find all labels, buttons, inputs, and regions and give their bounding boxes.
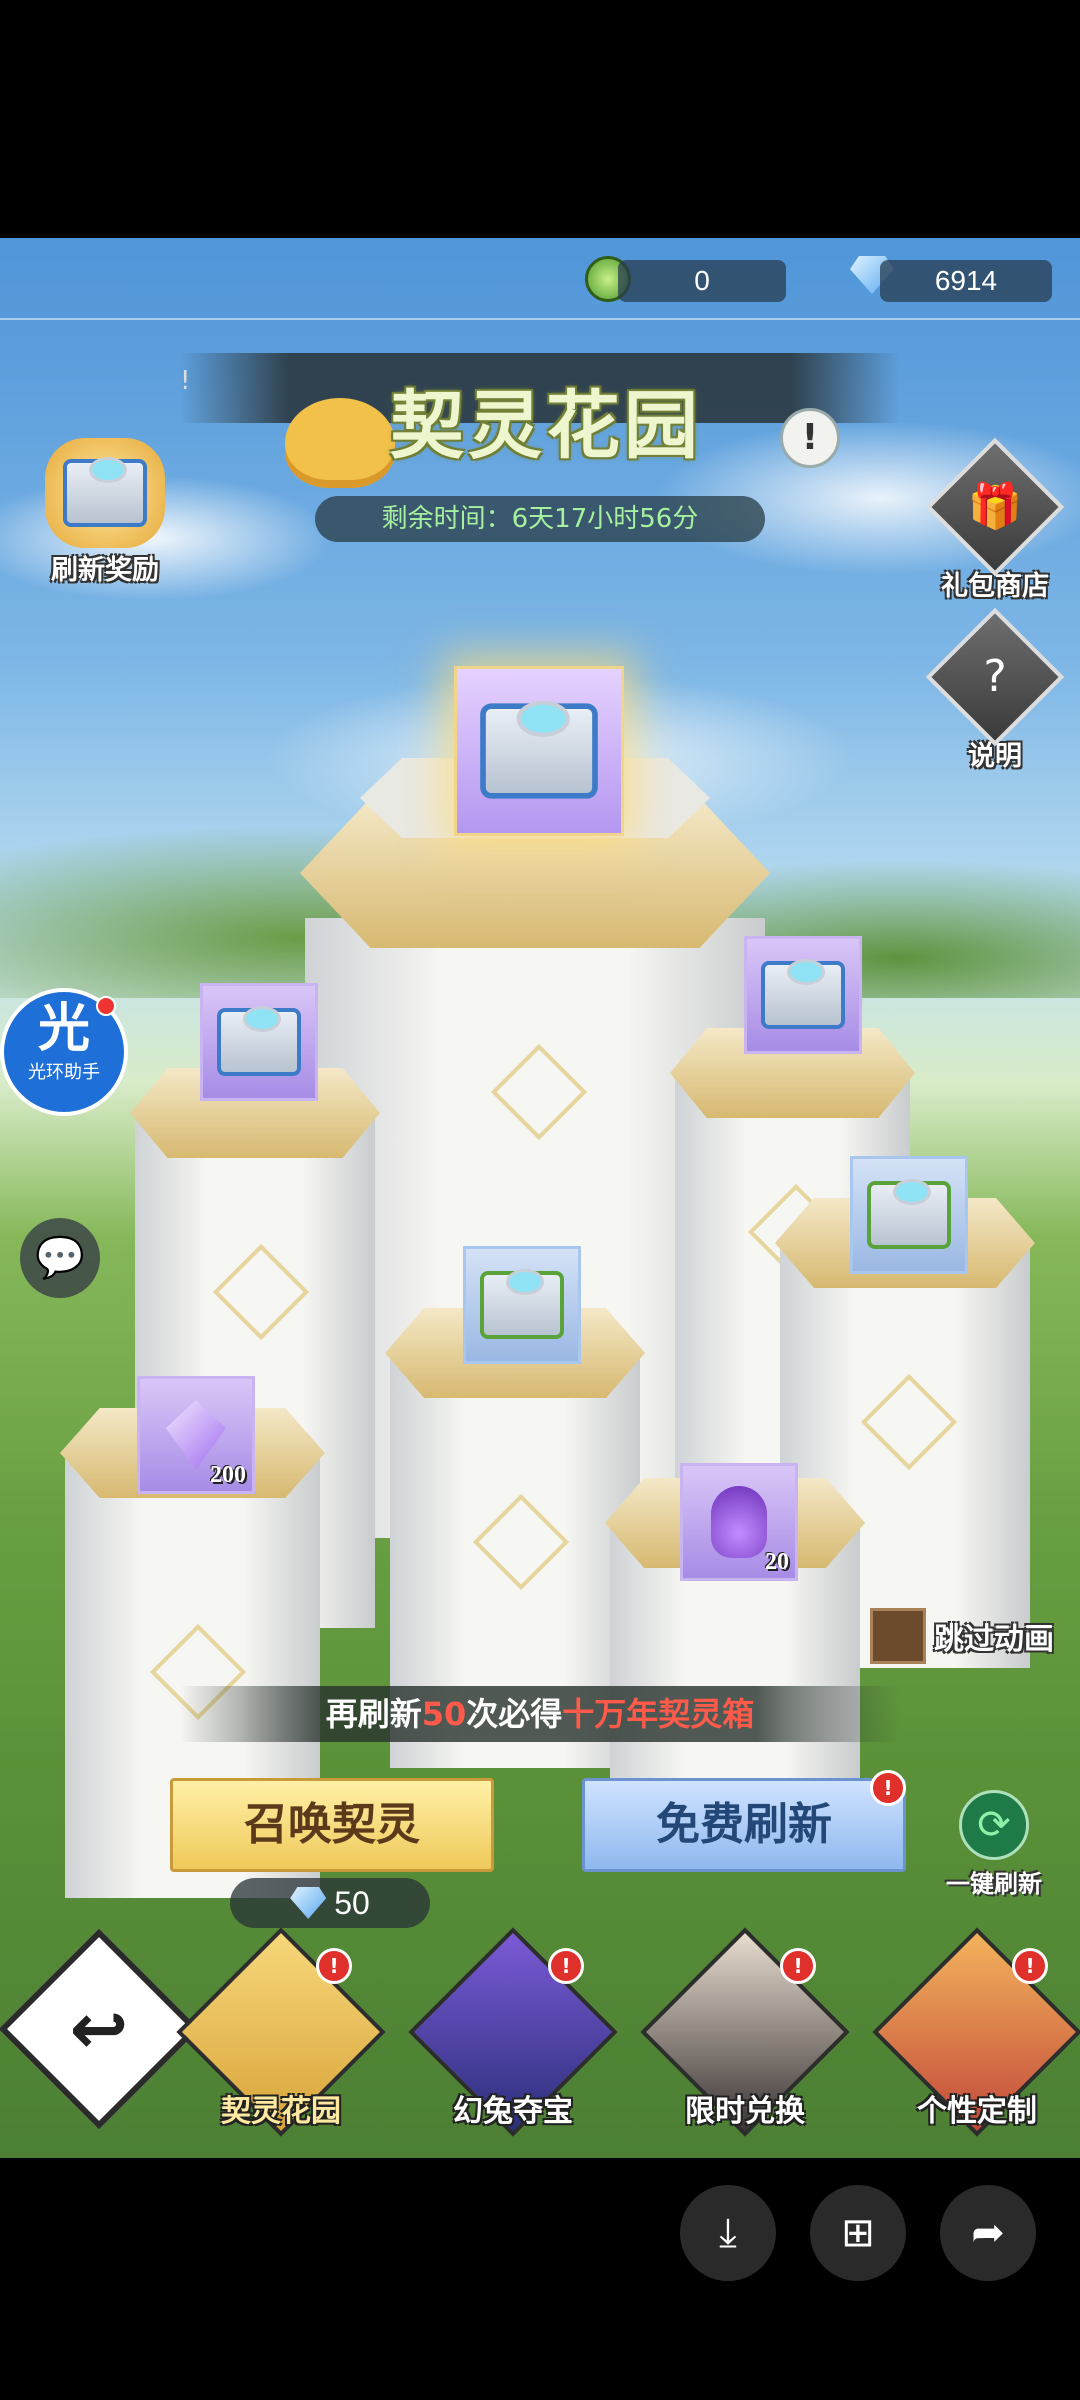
- clover-currency-value: 0: [618, 260, 786, 302]
- tab-label: 限时兑换: [685, 2095, 805, 2128]
- chat-icon[interactable]: 💬: [20, 1218, 100, 1298]
- halo-helper-button[interactable]: 光 光环助手: [0, 988, 128, 1116]
- chest-icon: [217, 1006, 301, 1076]
- help-button[interactable]: ? 说明: [925, 607, 1065, 773]
- tab-customization[interactable]: 个性定制 !: [872, 1927, 1080, 2137]
- tab-contract-garden[interactable]: 契灵花园 !: [176, 1927, 386, 2137]
- skip-checkbox[interactable]: [870, 1608, 926, 1664]
- refresh-reward-button[interactable]: 刷新奖励: [30, 438, 180, 587]
- promo-count: 50: [421, 1695, 467, 1733]
- summon-cost-value: 50: [334, 1884, 370, 1921]
- diamond-currency-value: 6914: [880, 260, 1052, 302]
- reward-item-far-right-chest[interactable]: [850, 1156, 968, 1274]
- item-count: 200: [210, 1462, 246, 1488]
- skip-animation-label: 跳过动画: [934, 1622, 1054, 1657]
- tab-badge: !: [548, 1948, 584, 1984]
- one-click-refresh-label: 一键刷新: [946, 1870, 1042, 1898]
- back-button[interactable]: ↩: [0, 1928, 200, 2130]
- chest-icon: [761, 959, 845, 1029]
- guarantee-banner: 再刷新50次必得十万年契灵箱: [180, 1686, 900, 1742]
- share-button[interactable]: ➦: [940, 2185, 1036, 2281]
- green-chest-icon: [867, 1179, 951, 1249]
- mascot-cat-icon: [285, 398, 395, 488]
- banner-corner-mark: !: [180, 366, 191, 396]
- free-refresh-button[interactable]: 免费刷新: [582, 1778, 906, 1872]
- game-scene: 0 6914 ! 契灵花园 ! 剩余时间：6天17小时56分 刷新奖励 光 光环…: [0, 238, 1080, 2158]
- question-icon: ?: [925, 607, 1065, 747]
- chest-icon: [45, 438, 165, 548]
- gift-shop-button[interactable]: 🎁 礼包商店: [925, 437, 1065, 603]
- free-refresh-label: 免费刷新: [656, 1800, 832, 1849]
- apps-grid-button[interactable]: ⊞: [810, 2185, 906, 2281]
- potion-icon: [711, 1486, 767, 1558]
- back-arrow-icon: ↩: [69, 1988, 129, 2070]
- item-count: 20: [765, 1549, 789, 1575]
- tab-badge: !: [316, 1948, 352, 1984]
- promo-prefix: 再刷新: [325, 1695, 422, 1733]
- gift-icon: 🎁: [925, 437, 1065, 577]
- tab-label: 幻兔夺宝: [453, 2095, 573, 2128]
- topbar-divider: [0, 318, 1080, 320]
- tab-label: 契灵花园: [221, 2095, 341, 2128]
- reward-item-right-chest[interactable]: [744, 936, 862, 1054]
- remaining-time: 剩余时间：6天17小时56分: [315, 496, 765, 542]
- summon-button[interactable]: 召唤契灵: [170, 1778, 494, 1872]
- diamond-icon: [290, 1887, 327, 1919]
- tab-rabbit-treasure[interactable]: 幻兔夺宝 !: [408, 1927, 618, 2137]
- reward-item-top-chest[interactable]: [454, 666, 624, 836]
- promo-middle: 次必得: [466, 1695, 563, 1733]
- download-button[interactable]: ⤓: [680, 2185, 776, 2281]
- refresh-badge: !: [870, 1770, 906, 1806]
- reward-item-left-chest[interactable]: [200, 983, 318, 1101]
- promo-reward: 十万年契灵箱: [562, 1695, 755, 1733]
- green-chest-icon: [480, 1269, 564, 1339]
- helper-label: 光环助手: [28, 1062, 100, 1083]
- chest-icon: [480, 700, 598, 799]
- tab-label: 个性定制: [917, 2095, 1037, 2128]
- reward-item-crystal[interactable]: 200: [137, 1376, 255, 1494]
- info-button[interactable]: !: [780, 408, 840, 468]
- page-title: 契灵花园: [390, 386, 702, 468]
- notification-dot: [96, 996, 116, 1016]
- crystal-icon: [166, 1400, 226, 1470]
- tab-limited-exchange[interactable]: 限时兑换 !: [640, 1927, 850, 2137]
- summon-cost: 50: [230, 1878, 430, 1928]
- tab-badge: !: [1012, 1948, 1048, 1984]
- refresh-reward-label: 刷新奖励: [51, 555, 159, 586]
- reward-item-center-chest[interactable]: [463, 1246, 581, 1364]
- skip-animation-toggle[interactable]: 跳过动画: [870, 1608, 1054, 1664]
- refresh-icon: ⟳: [959, 1790, 1029, 1860]
- reward-item-potion[interactable]: 20: [680, 1463, 798, 1581]
- one-click-refresh-button[interactable]: ⟳ 一键刷新: [946, 1790, 1042, 1899]
- tab-badge: !: [780, 1948, 816, 1984]
